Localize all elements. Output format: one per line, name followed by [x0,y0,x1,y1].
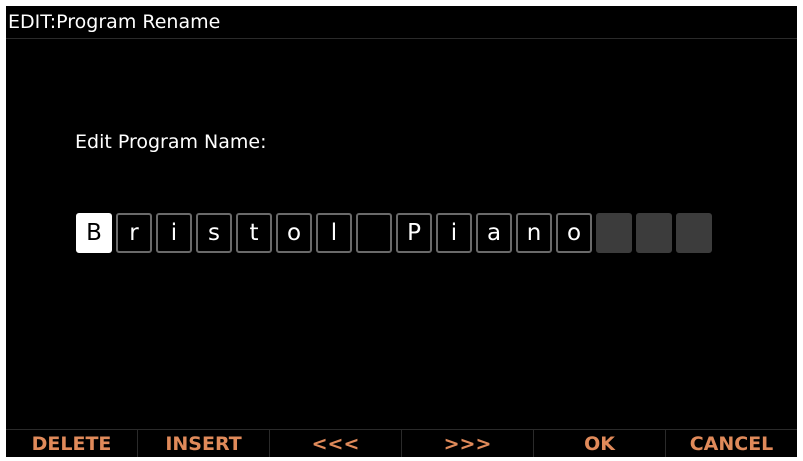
softkey-bar: DELETE INSERT <<< >>> OK CANCEL [6,429,797,457]
char-cell[interactable]: l [316,213,352,253]
display-screen: EDIT:Program Rename Edit Program Name: B… [6,6,797,457]
char-cell[interactable]: a [476,213,512,253]
char-cell[interactable] [636,213,672,253]
char-cell[interactable]: o [276,213,312,253]
ok-button[interactable]: OK [533,430,665,457]
page-title: EDIT:Program Rename [6,6,797,39]
char-cell[interactable]: i [156,213,192,253]
char-cell[interactable]: t [236,213,272,253]
cursor-right-button[interactable]: >>> [401,430,533,457]
char-cell[interactable]: s [196,213,232,253]
char-cell[interactable]: P [396,213,432,253]
cursor-left-button[interactable]: <<< [269,430,401,457]
char-cell[interactable] [676,213,712,253]
char-cell[interactable] [356,213,392,253]
char-cell[interactable]: i [436,213,472,253]
name-character-field[interactable]: B r i s t o l P i a n o [76,213,716,253]
char-cell[interactable] [596,213,632,253]
delete-button[interactable]: DELETE [6,430,137,457]
char-cell[interactable]: o [556,213,592,253]
edit-name-label: Edit Program Name: [75,131,267,153]
char-cell[interactable]: n [516,213,552,253]
char-cell[interactable]: B [76,213,112,253]
char-cell[interactable]: r [116,213,152,253]
cancel-button[interactable]: CANCEL [665,430,797,457]
insert-button[interactable]: INSERT [137,430,269,457]
